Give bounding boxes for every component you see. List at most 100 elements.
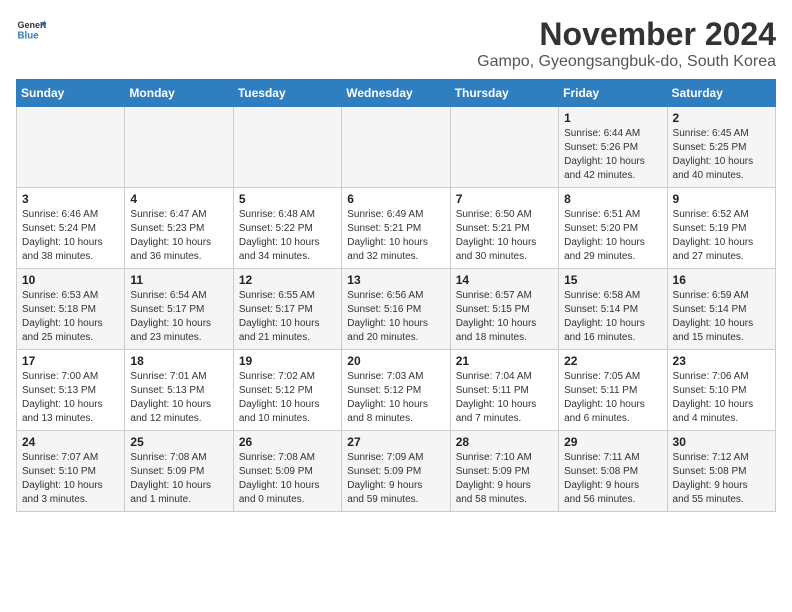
cell-w3-d4: 14 Sunrise: 6:57 AM Sunset: 5:15 PM Dayli… [450, 269, 558, 350]
cell-w2-d4: 7 Sunrise: 6:50 AM Sunset: 5:21 PM Daylig… [450, 188, 558, 269]
cell-w4-d3: 20Sunrise: 7:03 AM Sunset: 5:12 PM Dayli… [342, 350, 450, 431]
day-info: Sunrise: 6:58 AM Sunset: 5:14 PM Dayligh… [564, 289, 661, 345]
cell-w1-d2 [233, 107, 341, 188]
cell-w3-d6: 16 Sunrise: 6:59 AM Sunset: 5:14 PM Dayli… [667, 269, 775, 350]
day-info: Sunrise: 6:48 AM Sunset: 5:22 PM Dayligh… [239, 208, 336, 264]
calendar-table: Sunday Monday Tuesday Wednesday Thursday… [16, 79, 776, 512]
week-row-1: 1 Sunrise: 6:44 AM Sunset: 5:26 PM Daylig… [17, 107, 776, 188]
day-info: Sunrise: 7:08 AM Sunset: 5:09 PM Dayligh… [239, 451, 336, 507]
day-info: Sunrise: 6:55 AM Sunset: 5:17 PM Dayligh… [239, 289, 336, 345]
day-number: 25 [130, 435, 227, 449]
day-number: 4 [130, 192, 227, 206]
col-sunday: Sunday [17, 80, 125, 107]
day-info: Sunrise: 6:53 AM Sunset: 5:18 PM Dayligh… [22, 289, 119, 345]
col-saturday: Saturday [667, 80, 775, 107]
day-number: 26 [239, 435, 336, 449]
day-info: Sunrise: 6:44 AM Sunset: 5:26 PM Dayligh… [564, 127, 661, 183]
day-number: 24 [22, 435, 119, 449]
cell-w4-d6: 23Sunrise: 7:06 AM Sunset: 5:10 PM Dayli… [667, 350, 775, 431]
day-number: 28 [456, 435, 553, 449]
cell-w4-d0: 17 Sunrise: 7:00 AM Sunset: 5:13 PM Dayli… [17, 350, 125, 431]
col-thursday: Thursday [450, 80, 558, 107]
day-number: 12 [239, 273, 336, 287]
cell-w5-d1: 25 Sunrise: 7:08 AM Sunset: 5:09 PM Dayli… [125, 431, 233, 512]
day-info: Sunrise: 6:50 AM Sunset: 5:21 PM Dayligh… [456, 208, 553, 264]
cell-w2-d1: 4 Sunrise: 6:47 AM Sunset: 5:23 PM Daylig… [125, 188, 233, 269]
day-info: Sunrise: 7:02 AM Sunset: 5:12 PM Dayligh… [239, 370, 336, 426]
cell-w1-d0 [17, 107, 125, 188]
cell-w5-d4: 28 Sunrise: 7:10 AM Sunset: 5:09 PM Dayli… [450, 431, 558, 512]
day-info: Sunrise: 6:59 AM Sunset: 5:14 PM Dayligh… [673, 289, 770, 345]
day-info: Sunrise: 6:46 AM Sunset: 5:24 PM Dayligh… [22, 208, 119, 264]
cell-w5-d3: 27Sunrise: 7:09 AM Sunset: 5:09 PM Dayli… [342, 431, 450, 512]
col-wednesday: Wednesday [342, 80, 450, 107]
day-number: 19 [239, 354, 336, 368]
day-number: 3 [22, 192, 119, 206]
cell-w4-d4: 21 Sunrise: 7:04 AM Sunset: 5:11 PM Dayli… [450, 350, 558, 431]
day-info: Sunrise: 7:12 AM Sunset: 5:08 PM Dayligh… [673, 451, 770, 507]
day-number: 29 [564, 435, 661, 449]
day-number: 17 [22, 354, 119, 368]
page-header: General Blue November 2024 Gampo, Gyeong… [16, 16, 776, 71]
cell-w2-d6: 9 Sunrise: 6:52 AM Sunset: 5:19 PM Daylig… [667, 188, 775, 269]
cell-w5-d2: 26 Sunrise: 7:08 AM Sunset: 5:09 PM Dayli… [233, 431, 341, 512]
day-number: 2 [673, 111, 770, 125]
day-info: Sunrise: 7:00 AM Sunset: 5:13 PM Dayligh… [22, 370, 119, 426]
day-number: 11 [130, 273, 227, 287]
header-row: Sunday Monday Tuesday Wednesday Thursday… [17, 80, 776, 107]
cell-w2-d2: 5Sunrise: 6:48 AM Sunset: 5:22 PM Daylig… [233, 188, 341, 269]
svg-text:Blue: Blue [18, 31, 40, 42]
day-info: Sunrise: 6:52 AM Sunset: 5:19 PM Dayligh… [673, 208, 770, 264]
col-friday: Friday [559, 80, 667, 107]
day-number: 6 [347, 192, 444, 206]
day-info: Sunrise: 6:45 AM Sunset: 5:25 PM Dayligh… [673, 127, 770, 183]
day-number: 18 [130, 354, 227, 368]
day-number: 8 [564, 192, 661, 206]
cell-w3-d2: 12 Sunrise: 6:55 AM Sunset: 5:17 PM Dayli… [233, 269, 341, 350]
title-section: November 2024 Gampo, Gyeongsangbuk-do, S… [477, 16, 776, 71]
day-number: 15 [564, 273, 661, 287]
cell-w4-d1: 18 Sunrise: 7:01 AM Sunset: 5:13 PM Dayli… [125, 350, 233, 431]
cell-w1-d4 [450, 107, 558, 188]
cell-w5-d0: 24 Sunrise: 7:07 AM Sunset: 5:10 PM Dayli… [17, 431, 125, 512]
day-number: 20 [347, 354, 444, 368]
cell-w3-d1: 11 Sunrise: 6:54 AM Sunset: 5:17 PM Dayli… [125, 269, 233, 350]
week-row-4: 17 Sunrise: 7:00 AM Sunset: 5:13 PM Dayli… [17, 350, 776, 431]
day-info: Sunrise: 6:57 AM Sunset: 5:15 PM Dayligh… [456, 289, 553, 345]
day-number: 13 [347, 273, 444, 287]
day-number: 10 [22, 273, 119, 287]
day-info: Sunrise: 7:11 AM Sunset: 5:08 PM Dayligh… [564, 451, 661, 507]
day-info: Sunrise: 7:05 AM Sunset: 5:11 PM Dayligh… [564, 370, 661, 426]
cell-w2-d3: 6 Sunrise: 6:49 AM Sunset: 5:21 PM Daylig… [342, 188, 450, 269]
day-info: Sunrise: 6:49 AM Sunset: 5:21 PM Dayligh… [347, 208, 444, 264]
week-row-5: 24 Sunrise: 7:07 AM Sunset: 5:10 PM Dayli… [17, 431, 776, 512]
day-info: Sunrise: 7:06 AM Sunset: 5:10 PM Dayligh… [673, 370, 770, 426]
cell-w1-d3 [342, 107, 450, 188]
day-number: 9 [673, 192, 770, 206]
day-info: Sunrise: 7:07 AM Sunset: 5:10 PM Dayligh… [22, 451, 119, 507]
day-info: Sunrise: 7:08 AM Sunset: 5:09 PM Dayligh… [130, 451, 227, 507]
day-number: 14 [456, 273, 553, 287]
day-number: 16 [673, 273, 770, 287]
location-title: Gampo, Gyeongsangbuk-do, South Korea [477, 53, 776, 71]
cell-w3-d5: 15 Sunrise: 6:58 AM Sunset: 5:14 PM Dayli… [559, 269, 667, 350]
cell-w4-d2: 19 Sunrise: 7:02 AM Sunset: 5:12 PM Dayli… [233, 350, 341, 431]
day-info: Sunrise: 6:51 AM Sunset: 5:20 PM Dayligh… [564, 208, 661, 264]
cell-w5-d5: 29 Sunrise: 7:11 AM Sunset: 5:08 PM Dayli… [559, 431, 667, 512]
day-number: 1 [564, 111, 661, 125]
col-monday: Monday [125, 80, 233, 107]
cell-w2-d5: 8 Sunrise: 6:51 AM Sunset: 5:20 PM Daylig… [559, 188, 667, 269]
day-info: Sunrise: 7:01 AM Sunset: 5:13 PM Dayligh… [130, 370, 227, 426]
cell-w5-d6: 30Sunrise: 7:12 AM Sunset: 5:08 PM Dayli… [667, 431, 775, 512]
cell-w1-d5: 1 Sunrise: 6:44 AM Sunset: 5:26 PM Daylig… [559, 107, 667, 188]
day-info: Sunrise: 7:04 AM Sunset: 5:11 PM Dayligh… [456, 370, 553, 426]
day-number: 21 [456, 354, 553, 368]
cell-w3-d3: 13Sunrise: 6:56 AM Sunset: 5:16 PM Dayli… [342, 269, 450, 350]
logo: General Blue [16, 16, 46, 46]
day-info: Sunrise: 7:10 AM Sunset: 5:09 PM Dayligh… [456, 451, 553, 507]
cell-w1-d1 [125, 107, 233, 188]
day-info: Sunrise: 6:54 AM Sunset: 5:17 PM Dayligh… [130, 289, 227, 345]
day-number: 7 [456, 192, 553, 206]
month-title: November 2024 [477, 16, 776, 53]
day-info: Sunrise: 6:47 AM Sunset: 5:23 PM Dayligh… [130, 208, 227, 264]
